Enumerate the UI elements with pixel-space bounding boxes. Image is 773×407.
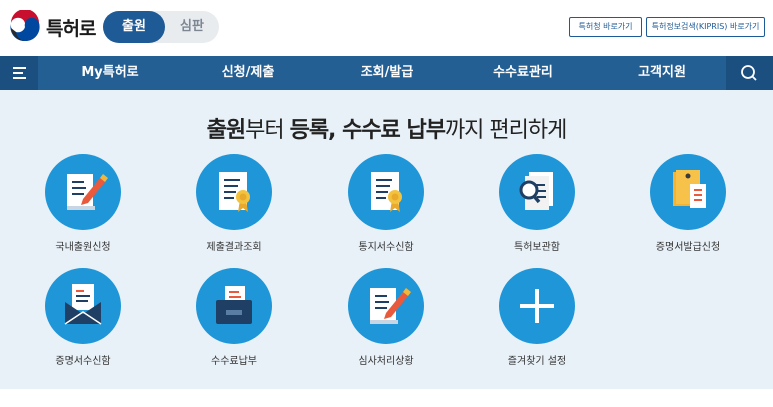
main-nav: My특허로 신청/제출 조회/발급 수수료관리 고객지원 xyxy=(0,56,773,90)
kipo-shortcut-link[interactable]: 특허청 바로가기 xyxy=(569,17,642,37)
service-label: 국내출원신청 xyxy=(55,242,111,253)
service-label: 수수료납부 xyxy=(211,356,257,367)
menu-icon[interactable] xyxy=(0,56,38,90)
magnifier-document-icon xyxy=(499,154,575,230)
mode-switch: 출원 심판 xyxy=(103,11,219,43)
nav-inquiry-issue[interactable]: 조회/발급 xyxy=(327,56,447,90)
payment-box-icon xyxy=(196,268,272,344)
brand-name[interactable]: 특허로 xyxy=(46,14,96,41)
service-panel: 출원부터 등록, 수수료 납부까지 편리하게 국내출원신청 제출결과조회 통지서… xyxy=(0,90,773,389)
service-label: 특허보관함 xyxy=(514,242,560,253)
mode-filing-tab[interactable]: 출원 xyxy=(103,11,165,43)
plus-icon xyxy=(499,268,575,344)
service-certificate-inbox[interactable]: 증명서수신함 xyxy=(23,268,143,378)
service-patent-storage[interactable]: 특허보관함 xyxy=(477,154,597,264)
top-header: 특허로 출원 심판 특허청 바로가기 특허정보검색(KIPRIS) 바로가기 xyxy=(0,0,773,56)
service-favorites-setting[interactable]: 즐겨찾기 설정 xyxy=(477,268,597,378)
service-label: 통지서수신함 xyxy=(358,242,414,253)
nav-fee-management[interactable]: 수수료관리 xyxy=(463,56,583,90)
nav-my-patentro[interactable]: My특허로 xyxy=(50,56,170,90)
service-certificate-issue[interactable]: 증명서발급신청 xyxy=(628,154,748,264)
kipris-shortcut-link[interactable]: 특허정보검색(KIPRIS) 바로가기 xyxy=(646,17,765,37)
service-label: 증명서수신함 xyxy=(55,356,111,367)
certificate-document-icon xyxy=(196,154,272,230)
service-label: 제출결과조회 xyxy=(206,242,262,253)
service-submission-result[interactable]: 제출결과조회 xyxy=(174,154,294,264)
folder-document-icon xyxy=(650,154,726,230)
page-footer-area xyxy=(0,389,773,407)
nav-customer-support[interactable]: 고객지원 xyxy=(602,56,722,90)
service-label: 증명서발급신청 xyxy=(655,242,721,253)
edit-document-icon xyxy=(348,268,424,344)
service-examination-status[interactable]: 심사처리상황 xyxy=(326,268,446,378)
service-fee-payment[interactable]: 수수료납부 xyxy=(174,268,294,378)
government-logo-icon[interactable] xyxy=(8,10,42,44)
mode-trial-tab[interactable]: 심판 xyxy=(165,11,219,43)
nav-apply-submit[interactable]: 신청/제출 xyxy=(188,56,308,90)
notice-document-icon xyxy=(348,154,424,230)
service-label: 심사처리상황 xyxy=(358,356,414,367)
envelope-document-icon xyxy=(45,268,121,344)
edit-document-icon xyxy=(45,154,121,230)
main-headline: 출원부터 등록, 수수료 납부까지 편리하게 xyxy=(206,118,568,143)
service-notice-inbox[interactable]: 통지서수신함 xyxy=(326,154,446,264)
service-domestic-application[interactable]: 국내출원신청 xyxy=(23,154,143,264)
service-label: 즐겨찾기 설정 xyxy=(507,356,567,367)
search-icon[interactable] xyxy=(726,56,773,90)
